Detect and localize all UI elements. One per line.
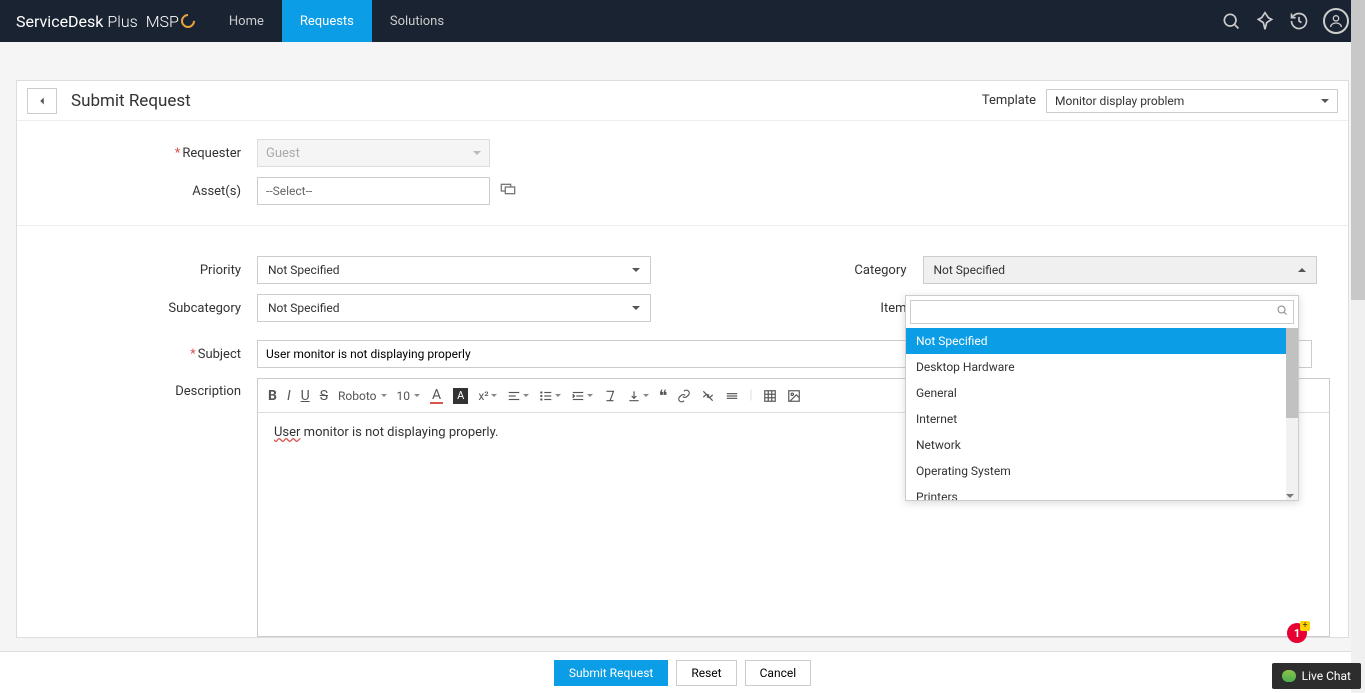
nav-home[interactable]: Home (211, 0, 282, 42)
dropdown-option[interactable]: Operating System (906, 458, 1298, 484)
submit-button[interactable]: Submit Request (554, 660, 669, 686)
quote-button[interactable]: ❝ (659, 386, 668, 405)
description-label: Description (17, 378, 257, 399)
panel-header-right: Template Monitor display problem (982, 89, 1338, 113)
user-avatar[interactable] (1323, 8, 1349, 34)
assets-label: Asset(s) (17, 184, 257, 199)
unlink-button[interactable] (701, 389, 715, 403)
page-scrollbar[interactable] (1351, 0, 1365, 693)
italic-button[interactable]: I (287, 388, 291, 404)
clear-format-button[interactable] (603, 389, 617, 403)
dropdown-search-input[interactable] (910, 300, 1294, 324)
logo-name: ServiceDesk (16, 12, 103, 31)
underline-button[interactable]: U (301, 388, 310, 404)
dropdown-scrollbar[interactable] (1286, 328, 1298, 500)
panel-header: Submit Request Template Monitor display … (17, 81, 1348, 121)
category-select[interactable]: Not Specified (923, 256, 1317, 284)
row-priority-category: Priority Not Specified Category Not Spec… (17, 256, 1348, 284)
font-size-select[interactable]: 10 (397, 389, 421, 403)
chevron-down-icon (632, 306, 640, 310)
category-value: Not Specified (934, 263, 1006, 277)
dropdown-option[interactable]: Internet (906, 406, 1298, 432)
assets-select[interactable]: --Select-- (257, 177, 490, 205)
chevron-up-icon (1298, 268, 1306, 272)
navbar-right (1221, 8, 1349, 34)
indent-button[interactable] (571, 389, 593, 403)
notification-badge-plus: + (1300, 621, 1310, 631)
requester-value: Guest (266, 146, 300, 161)
image-button[interactable] (787, 389, 801, 403)
subcategory-value: Not Specified (268, 301, 340, 315)
subject-label: *Subject (17, 347, 257, 362)
app-logo: ServiceDesk Plus MSP (16, 12, 195, 31)
hr-button[interactable] (725, 389, 739, 403)
asset-picker-icon[interactable] (500, 182, 516, 200)
form-footer: Submit Request Reset Cancel (0, 651, 1365, 693)
cancel-button[interactable]: Cancel (745, 660, 812, 686)
bold-button[interactable]: B (268, 388, 277, 404)
nav-requests[interactable]: Requests (282, 0, 372, 42)
priority-label: Priority (17, 263, 257, 278)
align-button[interactable] (507, 389, 529, 403)
logo-plus: Plus (107, 12, 137, 31)
superscript-button[interactable]: x² (478, 389, 496, 403)
category-label: Category (683, 263, 923, 278)
history-icon[interactable] (1289, 11, 1309, 31)
priority-value: Not Specified (268, 263, 340, 277)
top-navbar: ServiceDesk Plus MSP Home Requests Solut… (0, 0, 1365, 42)
search-icon (1276, 304, 1288, 320)
spell-error-word: User (274, 425, 300, 440)
chevron-down-icon (1321, 99, 1329, 103)
priority-select[interactable]: Not Specified (257, 256, 651, 284)
dropdown-option[interactable]: Desktop Hardware (906, 354, 1298, 380)
logo-msp: MSP (146, 12, 179, 31)
panel-header-left: Submit Request (27, 88, 191, 114)
back-button[interactable] (27, 88, 57, 114)
live-chat-button[interactable]: Live Chat (1272, 663, 1361, 689)
category-dropdown-popup: Not Specified Desktop Hardware General I… (905, 295, 1299, 501)
item-label: Item (683, 301, 923, 316)
navbar-left: ServiceDesk Plus MSP Home Requests Solut… (16, 0, 462, 42)
text-color-button[interactable]: A (430, 388, 443, 404)
font-family-select[interactable]: Roboto (338, 389, 386, 403)
logo-swirl-icon (178, 11, 198, 31)
subcategory-select[interactable]: Not Specified (257, 294, 651, 322)
assets-placeholder: --Select-- (266, 184, 312, 198)
bg-color-button[interactable]: A (453, 388, 468, 404)
dropdown-search (906, 296, 1298, 328)
dropdown-option[interactable]: Network (906, 432, 1298, 458)
form-top-section: *Requester Guest Asset(s) --Select-- (17, 121, 1348, 226)
template-selected: Monitor display problem (1055, 94, 1184, 108)
nav-solutions[interactable]: Solutions (372, 0, 462, 42)
pin-icon[interactable] (1255, 11, 1275, 31)
priority-col: Priority Not Specified (17, 256, 683, 284)
requester-label: *Requester (17, 146, 257, 161)
chat-bubble-icon (1282, 670, 1296, 682)
requester-row: *Requester Guest (17, 139, 1348, 167)
dropdown-option[interactable]: General (906, 380, 1298, 406)
dropdown-option[interactable]: Not Specified (906, 328, 1298, 354)
subcategory-col: Subcategory Not Specified (17, 294, 683, 322)
chevron-down-icon (1286, 494, 1294, 498)
strikethrough-button[interactable]: S (320, 388, 328, 404)
reset-button[interactable]: Reset (676, 660, 736, 686)
dropdown-option[interactable]: Printers (906, 484, 1298, 500)
page-title: Submit Request (71, 91, 191, 111)
chevron-down-icon (632, 268, 640, 272)
template-label: Template (982, 93, 1036, 108)
table-button[interactable] (763, 389, 777, 403)
dropdown-list: Not Specified Desktop Hardware General I… (906, 328, 1298, 500)
subcategory-label: Subcategory (17, 301, 257, 316)
link-button[interactable] (677, 389, 691, 403)
category-col: Category Not Specified (683, 256, 1349, 284)
requester-select[interactable]: Guest (257, 139, 490, 167)
assets-row: Asset(s) --Select-- (17, 177, 1348, 205)
chevron-down-icon (473, 151, 481, 155)
insert-button[interactable] (627, 389, 649, 403)
template-select[interactable]: Monitor display problem (1046, 89, 1338, 113)
search-icon[interactable] (1221, 11, 1241, 31)
live-chat-label: Live Chat (1302, 669, 1351, 683)
list-button[interactable] (539, 389, 561, 403)
